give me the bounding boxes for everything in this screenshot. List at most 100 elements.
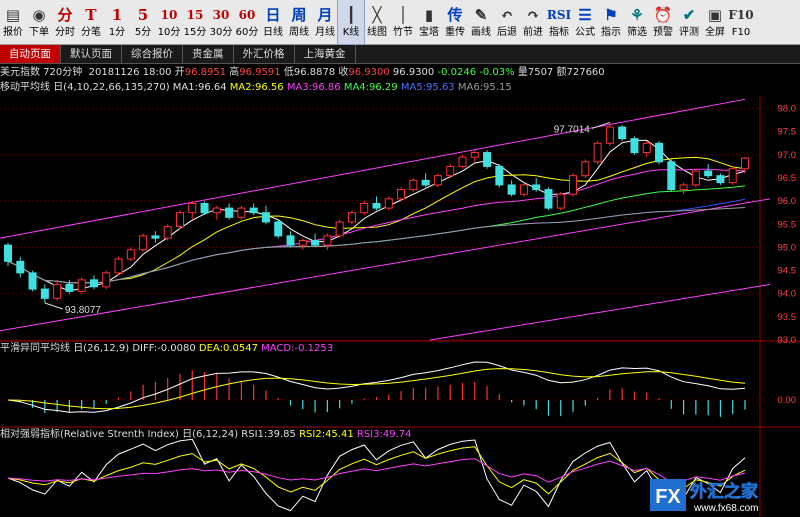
candle-body-38 (470, 152, 479, 158)
candle-body-17 (212, 207, 221, 214)
toolbar-button-18[interactable]: ✎ 画线 (468, 0, 494, 44)
candle-body-8 (102, 272, 111, 288)
candle-body-49 (605, 126, 614, 144)
toolbar-icon-4: 1 (111, 6, 123, 24)
candle-body-41 (507, 184, 516, 195)
toolbar-icon-19: ↶ (500, 6, 514, 24)
toolbar-icon-8: 30 (212, 8, 230, 22)
toolbar-icon-25: ⏰ (653, 6, 673, 24)
toolbar-label-1: 下单 (29, 27, 49, 38)
quote-time: 18:00 (142, 67, 172, 78)
tab-1[interactable]: 默认页面 (61, 45, 122, 63)
toolbar-button-2[interactable]: 分分时 (52, 0, 78, 44)
toolbar-button-12[interactable]: 月月线 (312, 0, 338, 44)
toolbar-button-10[interactable]: 日日线 (260, 0, 286, 44)
candle-body-40 (495, 165, 504, 186)
tab-3[interactable]: 贵金属 (183, 45, 234, 63)
ma-legend: 移动平均线 日(4,10,22,66,135,270) MA1:96.64 MA… (0, 81, 800, 95)
toolbar-button-22[interactable]: ☰ 公式 (572, 0, 598, 44)
toolbar-button-11[interactable]: 周周线 (286, 0, 312, 44)
toolbar-button-17[interactable]: 传重传 (442, 0, 468, 44)
toolbar-label-12: 月线 (315, 27, 335, 38)
toolbar-button-15[interactable]: │ 竹节 (390, 0, 416, 44)
toolbar-label-23: 指示 (601, 27, 621, 38)
toolbar-button-21[interactable]: RSI 指标 (546, 0, 572, 44)
toolbar-button-4[interactable]: 1 1分 (104, 0, 130, 44)
toolbar-icon-13: ┃ (346, 6, 356, 24)
toolbar-button-20[interactable]: ↷ 前进 (520, 0, 546, 44)
toolbar-label-24: 筛选 (627, 27, 647, 38)
toolbar-button-14[interactable]: ╳ 线图 (364, 0, 390, 44)
toolbar-label-9: 60分 (235, 27, 259, 38)
toolbar-button-16[interactable]: ▮ 宝塔 (416, 0, 442, 44)
ma5-value: MA5:95.63 (400, 82, 455, 93)
candle-body-46 (569, 175, 578, 195)
toolbar-label-21: 指标 (549, 27, 569, 38)
toolbar-button-1[interactable]: ◉ 下单 (26, 0, 52, 44)
toolbar-button-25[interactable]: ⏰ 预警 (650, 0, 676, 44)
price-tick-3: 95.0 (778, 242, 797, 253)
toolbar-label-2: 分时 (55, 27, 75, 38)
toolbar-button-0[interactable]: ▤ 报价 (0, 0, 26, 44)
toolbar-icon-6: 10 (160, 8, 178, 22)
price-tick-4: 94.0 (778, 289, 797, 300)
toolbar-button-23[interactable]: ⚑ 指示 (598, 0, 624, 44)
ma4-value: MA4:96.29 (343, 82, 398, 93)
candle-body-21 (261, 212, 270, 223)
toolbar-button-26[interactable]: ✔ 评测 (676, 0, 702, 44)
toolbar-label-6: 10分 (157, 27, 181, 38)
candle-body-1 (16, 260, 25, 274)
ma1-value: MA1:96.64 (172, 82, 227, 93)
candle-body-19 (237, 207, 246, 218)
toolbar-button-9[interactable]: 60 60分 (234, 0, 260, 44)
candle-body-18 (225, 207, 234, 218)
rsi1-line (7, 438, 746, 512)
tab-4[interactable]: 外汇价格 (234, 45, 295, 63)
candle-body-51 (630, 138, 639, 154)
toolbar-label-0: 报价 (3, 27, 23, 38)
high-annotation: 97.7014 (554, 124, 591, 135)
candle-body-7 (89, 279, 98, 288)
page-tabs: 自动页面 默认页面 综合报价 贵金属 外汇价格 上海黄金 (0, 45, 800, 64)
tab-2[interactable]: 综合报价 (122, 45, 183, 63)
toolbar-button-8[interactable]: 30 30分 (208, 0, 234, 44)
toolbar-icon-17: 传 (447, 6, 463, 24)
toolbar-button-28[interactable]: F10 F10 (728, 0, 754, 44)
high-label: 高 (229, 67, 240, 78)
fx68-watermark: FX 外汇之家 www.fx68.com (650, 479, 758, 514)
candle-body-37 (458, 156, 467, 167)
price-tick-1: 97.0 (778, 150, 797, 161)
toolbar-label-25: 预警 (653, 27, 673, 38)
candle-body-36 (446, 165, 455, 177)
candle-body-15 (188, 202, 197, 214)
candle-body-59 (728, 168, 737, 184)
toolbar-icon-11: 周 (291, 6, 307, 24)
toolbar-button-6[interactable]: 10 10分 (156, 0, 182, 44)
toolbar: ▤ 报价 ◉ 下单分分时 T 分笔 1 1分 5 5分 10 10分 15 15分 30 30分 60 60分日日… (0, 0, 800, 45)
candle-body-27 (335, 221, 344, 237)
candle-body-4 (53, 283, 62, 299)
chart-area[interactable]: 98.0 97.0 96.0 95.0 94.0 93.0 97.5 96.5 95.5 94.5… (0, 95, 800, 517)
toolbar-button-5[interactable]: 5 5分 (130, 0, 156, 44)
candle-body-10 (126, 249, 135, 260)
tab-0[interactable]: 自动页面 (0, 45, 61, 63)
ma-title[interactable]: 移动平均线 (0, 82, 50, 93)
candle-body-58 (716, 175, 725, 184)
toolbar-icon-24: ⚘ (630, 6, 644, 24)
toolbar-icon-20: ↷ (526, 6, 540, 24)
watermark-url: www.fx68.com (693, 503, 758, 514)
toolbar-button-27[interactable]: ▣ 全屏 (702, 0, 728, 44)
tab-5[interactable]: 上海黄金 (295, 45, 356, 63)
candle-body-50 (618, 126, 627, 140)
toolbar-button-13[interactable]: ┃ K线 (337, 0, 365, 45)
candle-body-52 (642, 142, 651, 154)
toolbar-button-24[interactable]: ⚘ 筛选 (624, 0, 650, 44)
candle-body-54 (667, 161, 676, 191)
toolbar-button-7[interactable]: 15 15分 (182, 0, 208, 44)
toolbar-button-19[interactable]: ↶ 后退 (494, 0, 520, 44)
macd-axis-tick: 0.00 (778, 395, 797, 406)
candle-body-29 (360, 202, 369, 214)
toolbar-label-8: 30分 (209, 27, 233, 38)
price-tick-2: 96.0 (778, 196, 797, 207)
toolbar-button-3[interactable]: T 分笔 (78, 0, 104, 44)
